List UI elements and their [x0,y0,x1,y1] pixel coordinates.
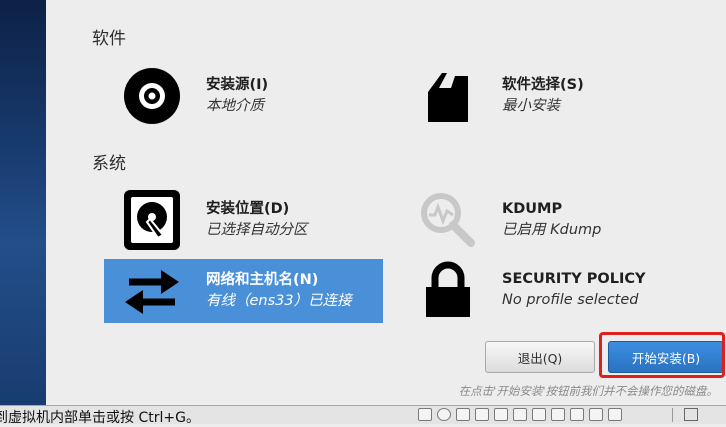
section-title-system: 系统 [92,154,126,174]
quit-button[interactable]: 退出(Q) [485,341,595,373]
spoke-network-hostname[interactable]: 网络和主机名(N) 有线（ens33）已连接 [104,259,383,323]
device-icon[interactable] [589,408,603,421]
usb-icon[interactable] [475,408,489,421]
network-adapter-icon[interactable] [456,408,470,421]
spoke-kdump[interactable]: KDUMP 已启用 Kdump [412,189,672,251]
spoke-status: 已选择自动分区 [206,222,308,238]
spoke-status: No profile selected [502,292,639,308]
vm-status-message: 到虚拟机内部单击或按 Ctrl+G。 [0,410,200,426]
disc-icon [116,65,188,127]
cdrom-icon[interactable] [437,408,451,421]
spoke-title: KDUMP [502,201,563,217]
spoke-title: 软件选择(S) [502,77,584,93]
highlight-frame [599,332,725,378]
display-icon[interactable] [532,408,546,421]
vm-status-bar: 到虚拟机内部单击或按 Ctrl+G。 [0,405,726,426]
spoke-status: 本地介质 [206,98,264,114]
spoke-install-source[interactable]: 安装源(I) 本地介质 [116,65,376,127]
spoke-title: 网络和主机名(N) [206,272,319,288]
magnifier-icon [412,189,484,251]
divider [672,408,673,422]
device-icon[interactable] [608,408,622,421]
network-arrows-icon [116,260,188,322]
spoke-title: 安装位置(D) [206,201,290,217]
spoke-software-selection[interactable]: 软件选择(S) 最小安装 [412,65,672,127]
sound-icon[interactable] [513,408,527,421]
spoke-status: 最小安装 [502,98,560,114]
device-icon[interactable] [551,408,565,421]
disk-hint-text: 在点击'开始安装'按钮前我们并不会操作您的磁盘。 [458,384,718,398]
printer-icon[interactable] [494,408,508,421]
section-title-software: 软件 [92,29,126,49]
installer-sidebar [0,0,46,405]
package-icon [412,65,484,127]
lock-icon [412,259,484,321]
vm-device-icons [418,408,622,421]
spoke-status: 已启用 Kdump [502,222,602,238]
spoke-security-policy[interactable]: SECURITY POLICY No profile selected [412,259,712,321]
spoke-install-destination[interactable]: 安装位置(D) 已选择自动分区 [116,189,376,251]
spoke-title: 安装源(I) [206,77,269,93]
harddisk-icon[interactable] [418,408,432,421]
fullscreen-icon[interactable] [684,408,698,421]
spoke-status: 有线（ens33）已连接 [206,293,352,309]
installation-summary: 软件 安装源(I) 本地介质 软件选择(S) 最小安装 系统 安装位置(D) 已… [46,0,726,405]
spoke-title: SECURITY POLICY [502,271,646,287]
harddisk-icon [116,189,188,251]
device-icon[interactable] [570,408,584,421]
